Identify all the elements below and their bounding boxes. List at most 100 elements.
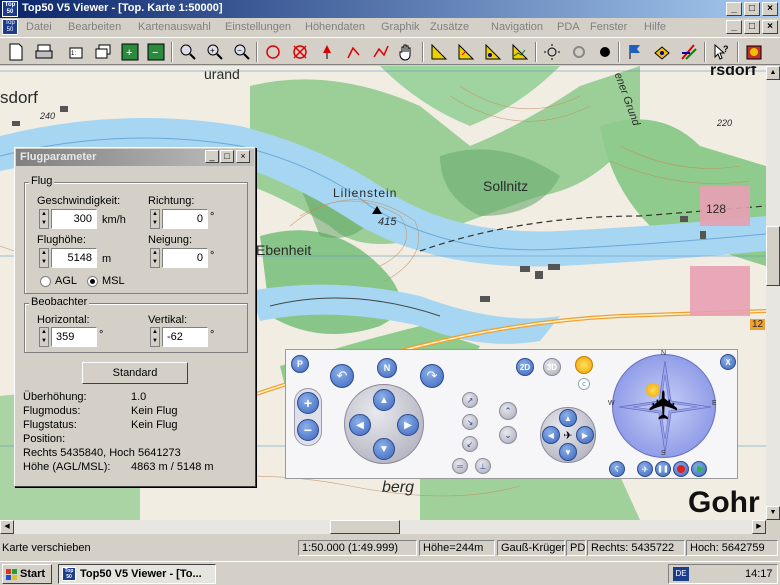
vertical-scrollbar[interactable]: ▲ ▼ [766, 66, 780, 520]
takeoff-icon[interactable]: ✈ [637, 461, 653, 477]
raise-icon[interactable]: ⌃ [499, 402, 517, 420]
help-pointer-icon[interactable]: ? [710, 41, 732, 63]
dialog-minimize-button[interactable]: _ [205, 150, 219, 163]
zoom-in-map-icon[interactable]: + [119, 41, 141, 63]
tools-icon[interactable] [678, 41, 700, 63]
speed-spinner[interactable]: ▲ ▼ [39, 209, 49, 229]
triangle-ruler-icon[interactable] [428, 41, 450, 63]
menu-zusaetze[interactable]: Zusätze [430, 21, 469, 33]
delete-marker-icon[interactable] [289, 41, 311, 63]
vertical-scroll-thumb[interactable] [766, 226, 780, 286]
north-button[interactable]: N [377, 358, 397, 378]
scroll-up-button[interactable]: ▲ [766, 66, 780, 80]
radio-agl[interactable] [40, 276, 51, 287]
menu-bearbeiten[interactable]: Bearbeiten [68, 21, 121, 33]
hand-pan-icon[interactable] [396, 41, 418, 63]
flight-down-button[interactable]: ▼ [559, 443, 577, 461]
zoom-in-icon[interactable]: + [204, 41, 226, 63]
tilt-mid-icon[interactable]: ↘ [462, 414, 478, 430]
height-up-icon[interactable]: ⊥ [475, 458, 491, 474]
maximize-button[interactable]: □ [744, 2, 760, 16]
tilt-spinner[interactable]: ▲ ▼ [150, 248, 160, 268]
tilt-up-icon[interactable]: ↗ [462, 392, 478, 408]
tilt-down-icon[interactable]: ↙ [462, 436, 478, 452]
map-zoom-icon[interactable]: 1: [66, 41, 88, 63]
magnify-icon[interactable] [177, 41, 199, 63]
standard-button[interactable]: Standard [82, 362, 188, 384]
child-minimize-button[interactable]: _ [726, 20, 742, 34]
layer-icon[interactable] [651, 41, 673, 63]
tilt-field[interactable]: 0 [162, 248, 208, 268]
taskbar-item-top50[interactable]: Top 50 Top50 V5 Viewer - [To... [58, 564, 216, 584]
menu-navigation[interactable]: Navigation [491, 21, 543, 33]
p-button[interactable]: P [291, 355, 309, 373]
vertical-spinner[interactable]: ▲ ▼ [150, 327, 160, 347]
language-indicator[interactable]: DE [673, 567, 689, 581]
view-3d-button[interactable]: 3D [543, 358, 561, 376]
zoom-in-button[interactable]: + [297, 392, 319, 414]
zoom-out-map-icon[interactable]: − [145, 41, 167, 63]
dialog-close-button[interactable]: × [236, 150, 250, 163]
profile-icon[interactable] [509, 41, 531, 63]
new-icon[interactable] [5, 41, 27, 63]
close-button[interactable]: × [762, 2, 778, 16]
pin-icon[interactable] [316, 41, 338, 63]
horizontal-scroll-thumb[interactable] [330, 520, 400, 534]
rotate-right-icon[interactable]: ↷ [420, 364, 444, 388]
height-down-icon[interactable]: ═ [452, 458, 468, 474]
direction-field[interactable]: 0 [162, 209, 208, 229]
horizontal-scrollbar[interactable]: ◀ ▶ [0, 520, 766, 534]
flight-up-button[interactable]: ▲ [559, 409, 577, 427]
dialog-maximize-button[interactable]: □ [220, 150, 234, 163]
scroll-down-button[interactable]: ▼ [766, 506, 780, 520]
height-spinner[interactable]: ▲ ▼ [39, 248, 49, 268]
height-field[interactable]: 5148 [51, 248, 97, 268]
start-button[interactable]: Start [2, 564, 52, 584]
flag-icon[interactable] [624, 41, 646, 63]
nav-close-button[interactable]: X [720, 354, 736, 370]
measure-icon[interactable] [455, 41, 477, 63]
speed-field[interactable]: 300 [51, 209, 97, 229]
route-edit-icon[interactable] [370, 41, 392, 63]
scroll-right-button[interactable]: ▶ [752, 520, 766, 534]
dvd-icon[interactable] [743, 41, 765, 63]
moon-icon[interactable]: c [578, 378, 590, 390]
sun-icon[interactable] [541, 41, 563, 63]
area-icon[interactable] [482, 41, 504, 63]
radio-msl[interactable] [87, 276, 98, 287]
flight-left-button[interactable]: ◀ [542, 426, 560, 444]
rotate-left-icon[interactable]: ↶ [330, 364, 354, 388]
sun-button-icon[interactable] [575, 356, 593, 374]
menu-graphik[interactable]: Graphik [381, 21, 420, 33]
view-2d-button[interactable]: 2D [516, 358, 534, 376]
mdi-child-icon[interactable]: Top 50 [2, 19, 18, 35]
direction-spinner[interactable]: ▲ ▼ [150, 209, 160, 229]
menu-hilfe[interactable]: Hilfe [644, 21, 666, 33]
pan-up-button[interactable]: ▲ [373, 389, 395, 411]
windows-icon[interactable] [92, 41, 114, 63]
menu-pda[interactable]: PDA [557, 21, 580, 33]
scroll-left-button[interactable]: ◀ [0, 520, 14, 534]
circle-outline-icon[interactable] [568, 41, 590, 63]
menu-einstellungen[interactable]: Einstellungen [225, 21, 291, 33]
pause-icon[interactable]: ❚❚ [655, 461, 671, 477]
clock[interactable]: 14:17 [745, 568, 773, 580]
nav-settings-icon[interactable]: ʕ [609, 461, 625, 477]
circle-marker-icon[interactable] [262, 41, 284, 63]
compass-rose[interactable]: ✈ [612, 354, 716, 458]
record-icon[interactable] [673, 461, 689, 477]
app-icon[interactable]: Top 50 [2, 1, 18, 17]
route-icon[interactable] [343, 41, 365, 63]
horizontal-field[interactable]: 359 [51, 327, 97, 347]
circle-filled-icon[interactable] [594, 41, 616, 63]
zoom-out-icon[interactable]: − [231, 41, 253, 63]
menu-hoehendaten[interactable]: Höhendaten [305, 21, 365, 33]
lower-icon[interactable]: ⌄ [499, 426, 517, 444]
flight-right-button[interactable]: ▶ [576, 426, 594, 444]
pan-left-button[interactable]: ◀ [349, 414, 371, 436]
pan-down-button[interactable]: ▼ [373, 438, 395, 460]
menu-fenster[interactable]: Fenster [590, 21, 627, 33]
vertical-field[interactable]: -62 [162, 327, 208, 347]
minimize-button[interactable]: _ [726, 2, 742, 16]
print-icon[interactable] [33, 41, 55, 63]
